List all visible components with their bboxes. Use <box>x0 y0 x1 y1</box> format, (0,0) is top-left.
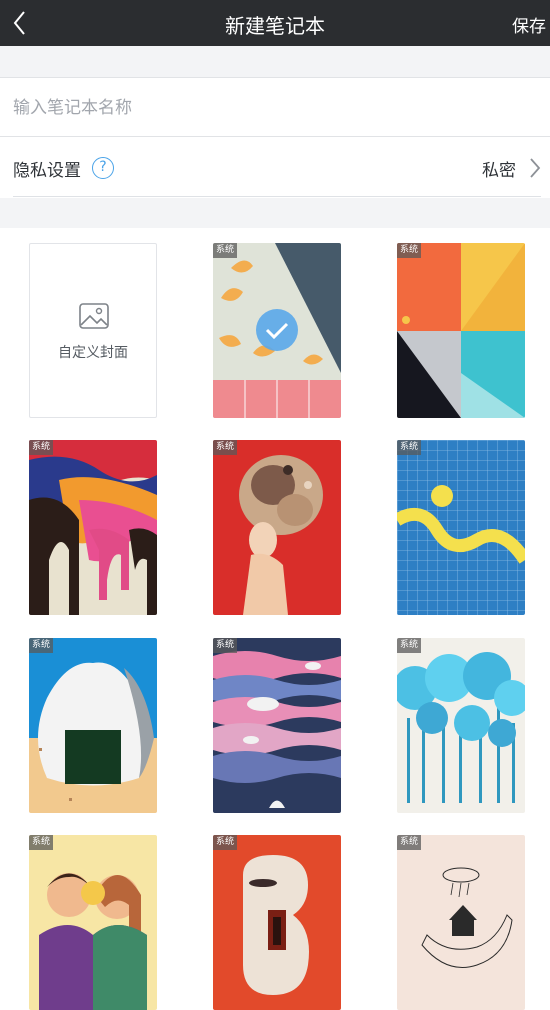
cover-art <box>397 440 525 615</box>
image-icon <box>79 303 109 329</box>
system-badge: 系统 <box>397 638 422 653</box>
section-spacer <box>0 46 550 78</box>
cover-art <box>397 835 525 1010</box>
cover-leaves-and-stripes[interactable]: 系统 <box>213 243 341 418</box>
section-spacer <box>0 198 550 228</box>
top-bar: 新建笔记本 保存 <box>0 0 550 46</box>
cover-art <box>397 638 525 813</box>
save-button[interactable]: 保存 <box>512 12 546 37</box>
cover-girl-with-ornate-hair[interactable]: 系统 <box>213 440 341 615</box>
cover-rice-ball[interactable]: 系统 <box>29 638 157 813</box>
cover-art <box>213 440 341 615</box>
chevron-right-icon <box>530 158 541 178</box>
system-badge: 系统 <box>29 440 54 455</box>
custom-cover-button[interactable]: 自定义封面 <box>29 243 157 418</box>
cover-hugging-couple[interactable]: 系统 <box>29 835 157 1010</box>
cover-blue-grid-wave[interactable]: 系统 <box>397 440 525 615</box>
system-badge: 系统 <box>213 440 238 455</box>
divider <box>13 196 541 197</box>
system-badge: 系统 <box>397 440 422 455</box>
cover-art <box>213 835 341 1010</box>
cover-melting-rainbow[interactable]: 系统 <box>29 440 157 615</box>
system-badge: 系统 <box>29 835 54 850</box>
privacy-label: 隐私设置 <box>13 161 81 181</box>
cover-blue-trees[interactable]: 系统 <box>397 638 525 813</box>
system-badge: 系统 <box>397 243 422 258</box>
cover-art <box>397 243 525 418</box>
privacy-settings-row[interactable]: 隐私设置 私密 <box>0 138 550 198</box>
system-badge: 系统 <box>397 835 422 850</box>
cover-whales-and-waves[interactable]: 系统 <box>213 638 341 813</box>
cover-geometric-blocks[interactable]: 系统 <box>397 243 525 418</box>
page-title: 新建笔记本 <box>225 14 325 38</box>
system-badge: 系统 <box>29 638 54 653</box>
system-badge: 系统 <box>213 835 238 850</box>
cover-art <box>29 440 157 615</box>
checkmark-icon <box>256 309 298 351</box>
notebook-name-row <box>0 79 550 137</box>
system-badge: 系统 <box>213 243 238 258</box>
custom-cover-label: 自定义封面 <box>58 345 128 361</box>
cover-house-in-hand[interactable]: 系统 <box>397 835 525 1010</box>
privacy-value: 私密 <box>482 161 516 181</box>
cover-art <box>29 835 157 1010</box>
system-badge: 系统 <box>213 638 238 653</box>
cover-art <box>29 638 157 813</box>
cover-red-abstract-door[interactable]: 系统 <box>213 835 341 1010</box>
help-icon[interactable]: ? <box>92 157 114 179</box>
cover-art <box>213 638 341 813</box>
notebook-name-input[interactable] <box>13 93 533 123</box>
